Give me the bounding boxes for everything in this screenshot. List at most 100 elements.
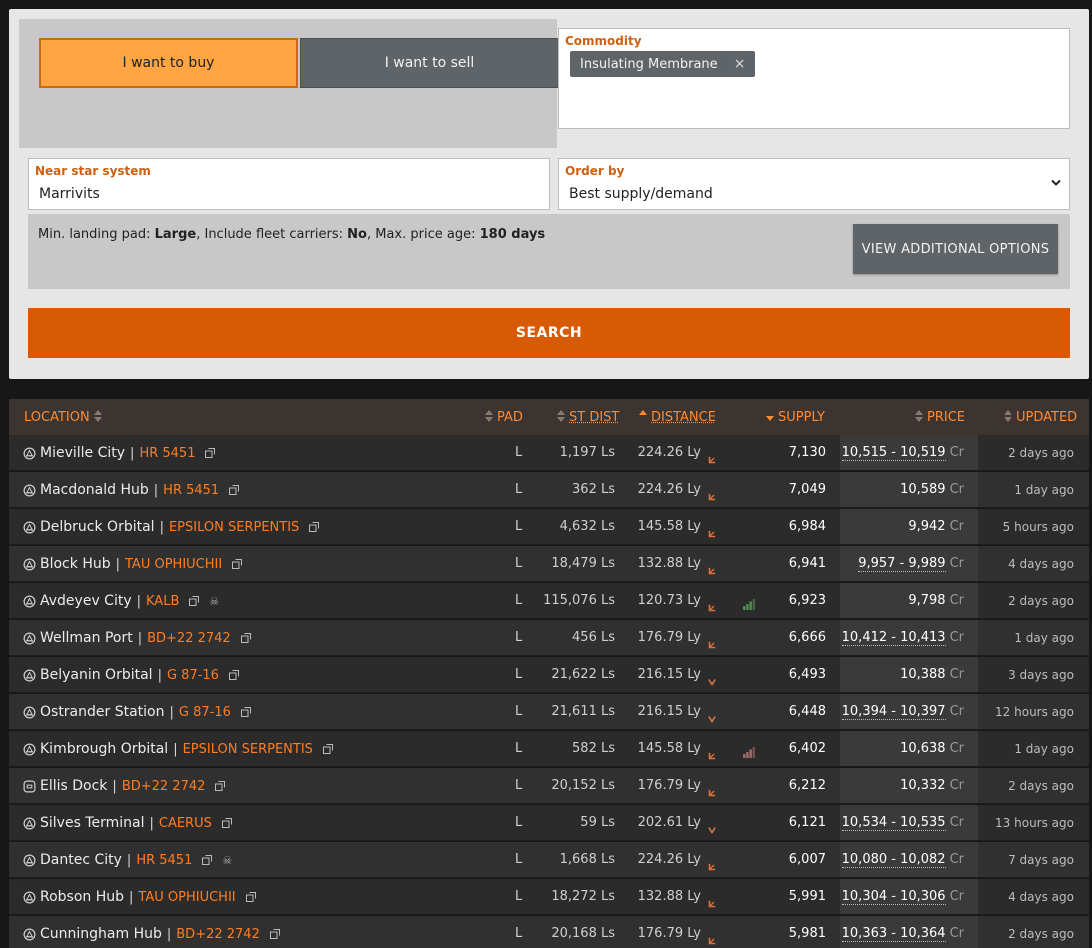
system-name[interactable]: BD+22 2742 (122, 779, 206, 794)
table-row[interactable]: Belyanin Orbital | G 87-16 L 21,622 Ls 216.15… (9, 657, 1089, 693)
table-row[interactable]: Mieville City | HR 5451 L 1,197 Ls 224.26 Ly 7… (9, 435, 1089, 471)
column-supply[interactable]: SUPPLY (766, 410, 825, 425)
separator: | (115, 556, 120, 572)
column-updated[interactable]: UPDATED (1004, 410, 1077, 425)
table-row[interactable]: Ellis Dock | BD+22 2742 L 20,152 Ls 176.79 Ly… (9, 768, 1089, 804)
station-name[interactable]: Dantec City (40, 852, 122, 868)
column-supply-label: SUPPLY (778, 410, 825, 425)
search-button[interactable]: SEARCH (28, 308, 1070, 358)
station-name[interactable]: Ostrander Station (40, 704, 165, 720)
commodity-tag: Insulating Membrane × (570, 51, 756, 77)
system-name[interactable]: TAU OPHIUCHII (138, 890, 235, 905)
system-name[interactable]: CAERUS (159, 816, 212, 831)
location-cell: Macdonald Hub | HR 5451 (23, 482, 240, 498)
table-row[interactable]: Kimbrough Orbital | EPSILON SERPENTIS L 582 … (9, 731, 1089, 767)
system-name[interactable]: BD+22 2742 (147, 631, 231, 646)
separator: | (130, 445, 135, 461)
supply-value: 6,121 (788, 815, 826, 830)
external-link-icon[interactable] (179, 596, 200, 606)
table-row[interactable]: Silves Terminal | CAERUS L 59 Ls 202.61 Ly 6,1… (9, 805, 1089, 841)
external-link-icon[interactable] (212, 818, 232, 828)
station-name[interactable]: Belyanin Orbital (40, 667, 153, 683)
table-row[interactable]: Avdeyev City | KALB ☠ L 115,076 Ls 120.73 Ly 6,… (9, 583, 1089, 619)
station-name[interactable]: Kimbrough Orbital (40, 741, 168, 757)
station-name[interactable]: Block Hub (40, 556, 111, 572)
buy-sell-toggle: I want to buy I want to sell (19, 19, 559, 148)
external-link-icon[interactable] (260, 929, 280, 939)
fleet-label: , Include fleet carriers: (196, 227, 348, 242)
price-amount: 10,515 - 10,519 (841, 445, 946, 461)
system-name[interactable]: G 87-16 (179, 705, 231, 720)
column-price[interactable]: PRICE (915, 410, 965, 425)
system-name[interactable]: EPSILON SERPENTIS (183, 742, 313, 757)
station-name[interactable]: Mieville City (40, 445, 125, 461)
external-link-icon[interactable] (236, 892, 256, 902)
station-name[interactable]: Robson Hub (40, 889, 124, 905)
price-amount: 10,589 (900, 482, 946, 497)
external-link-icon[interactable] (299, 522, 320, 532)
sell-button[interactable]: I want to sell (300, 38, 559, 88)
table-row[interactable]: Wellman Port | BD+22 2742 L 456 Ls 176.79 Ly 6… (9, 620, 1089, 656)
sort-icon (93, 410, 102, 422)
table-row[interactable]: Delbruck Orbital | EPSILON SERPENTIS L 4,632… (9, 509, 1089, 545)
pad-value: Large (154, 227, 197, 242)
table-row[interactable]: Macdonald Hub | HR 5451 L 362 Ls 224.26 Ly 7,0… (9, 472, 1089, 508)
location-cell: Silves Terminal | CAERUS (23, 815, 232, 831)
order-by-select[interactable]: Order by Best supply/demand (558, 158, 1070, 210)
station-name[interactable]: Avdeyev City (40, 593, 132, 609)
system-name[interactable]: KALB (146, 594, 179, 609)
external-link-icon[interactable] (231, 633, 251, 643)
table-row[interactable]: Ostrander Station | G 87-16 L 21,611 Ls 216.1… (9, 694, 1089, 730)
system-name[interactable]: HR 5451 (163, 483, 219, 498)
view-additional-options-button[interactable]: VIEW ADDITIONAL OPTIONS (853, 224, 1058, 274)
buy-button[interactable]: I want to buy (39, 38, 298, 88)
system-name[interactable]: TAU OPHIUCHII (125, 557, 222, 572)
external-link-icon[interactable] (219, 670, 239, 680)
planetary-port-icon (23, 484, 40, 497)
station-name[interactable]: Cunningham Hub (40, 926, 162, 942)
column-distance[interactable]: DISTANCE (639, 410, 716, 425)
station-name[interactable]: Delbruck Orbital (40, 519, 155, 535)
skull-icon: ☠ (209, 594, 220, 608)
external-link-icon[interactable] (222, 559, 243, 569)
separator: | (159, 519, 164, 535)
external-link-icon[interactable] (313, 744, 333, 754)
station-name[interactable]: Wellman Port (40, 630, 133, 646)
commodity-field[interactable]: Commodity Insulating Membrane × (558, 28, 1070, 129)
trend-up-icon (708, 893, 716, 908)
updated-time: 5 hours ago (1002, 520, 1074, 534)
system-name[interactable]: G 87-16 (167, 668, 219, 683)
location-cell: Mieville City | HR 5451 (23, 445, 216, 461)
station-name[interactable]: Macdonald Hub (40, 482, 149, 498)
supply-value: 5,991 (788, 889, 826, 904)
column-pad[interactable]: PAD (485, 410, 523, 425)
station-name[interactable]: Ellis Dock (40, 778, 107, 794)
table-row[interactable]: Cunningham Hub | BD+22 2742 L 20,168 Ls 176.7… (9, 916, 1089, 948)
system-name[interactable]: BD+22 2742 (176, 927, 260, 942)
column-st-dist[interactable]: ST DIST (557, 410, 619, 425)
near-system-input[interactable]: Marrivits (39, 186, 100, 202)
remove-tag-icon[interactable]: × (734, 56, 746, 72)
external-link-icon[interactable] (205, 781, 226, 791)
table-row[interactable]: Block Hub | TAU OPHIUCHII L 18,479 Ls 132.88 … (9, 546, 1089, 582)
planetary-port-icon (23, 743, 40, 756)
price-amount: 9,798 (908, 593, 946, 608)
external-link-icon[interactable] (195, 448, 216, 458)
external-link-icon[interactable] (231, 707, 251, 717)
updated-time: 7 days ago (1008, 853, 1074, 867)
station-name[interactable]: Silves Terminal (40, 815, 144, 831)
system-name[interactable]: HR 5451 (139, 446, 195, 461)
price-amount: 10,304 - 10,306 (841, 889, 946, 905)
system-name[interactable]: EPSILON SERPENTIS (169, 520, 299, 535)
table-row[interactable]: Dantec City | HR 5451 ☠ L 1,668 Ls 224.26 Ly 6,… (9, 842, 1089, 878)
external-link-icon[interactable] (219, 485, 240, 495)
planetary-port-icon (23, 595, 40, 608)
column-location[interactable]: LOCATION (24, 410, 102, 425)
near-system-field[interactable]: Near star system Marrivits (28, 158, 550, 210)
table-row[interactable]: Robson Hub | TAU OPHIUCHII L 18,272 Ls 132.88… (9, 879, 1089, 915)
system-name[interactable]: HR 5451 (136, 853, 192, 868)
system-distance: 176.79 Ly (637, 926, 701, 941)
external-link-icon[interactable] (192, 855, 213, 865)
price-amount: 10,412 - 10,413 (841, 630, 946, 646)
location-cell: Ostrander Station | G 87-16 (23, 704, 251, 720)
